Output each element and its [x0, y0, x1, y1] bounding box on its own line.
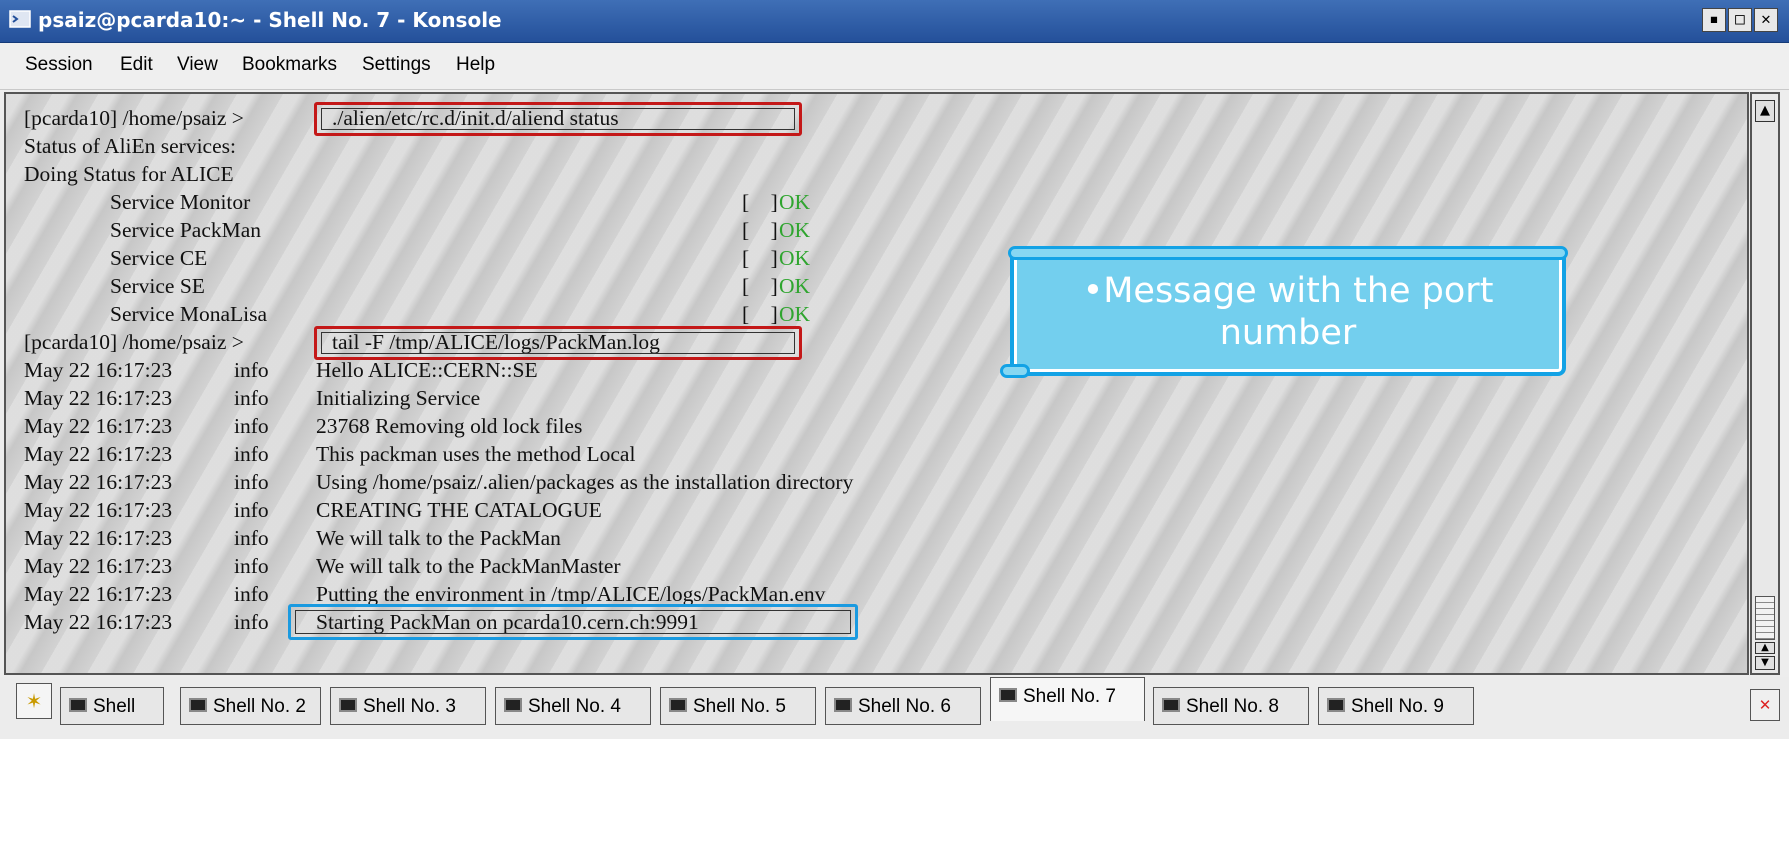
scrollbar-thumb[interactable]	[1755, 596, 1775, 640]
log-message: 23768 Removing old lock files	[316, 414, 583, 438]
terminal-icon	[189, 698, 207, 712]
log-level: info	[234, 610, 269, 634]
callout-scroll-top	[1008, 246, 1568, 260]
log-timestamp: May 22 16:17:23	[24, 610, 173, 634]
tab-shell-9[interactable]: Shell No. 9	[1318, 687, 1474, 725]
log-timestamp: May 22 16:17:23	[24, 582, 173, 606]
callout-scroll-curl	[1000, 364, 1030, 378]
tab-shell-2[interactable]: Shell No. 2	[180, 687, 321, 725]
tab-shell[interactable]: Shell	[60, 687, 164, 725]
log-level: info	[234, 554, 269, 578]
log-timestamp: May 22 16:17:23	[24, 386, 173, 410]
tab-shell-5[interactable]: Shell No. 5	[660, 687, 816, 725]
service-name: Service CE	[110, 246, 208, 270]
log-message: This packman uses the method Local	[316, 442, 636, 466]
terminal-icon	[339, 698, 357, 712]
log-message: Hello ALICE::CERN::SE	[316, 358, 538, 382]
scroll-up-arrow-icon[interactable]: ▲	[1755, 100, 1775, 122]
log-timestamp: May 22 16:17:23	[24, 526, 173, 550]
tab-shell-3[interactable]: Shell No. 3	[330, 687, 486, 725]
service-status-open: [ ]	[742, 190, 778, 214]
menu-bookmarks[interactable]: Bookmarks	[242, 54, 337, 76]
terminal-area[interactable]: [pcarda10] /home/psaiz > ./alien/etc/rc.…	[4, 92, 1749, 675]
scroll-up-small-arrow-icon[interactable]: ▲	[1755, 642, 1775, 654]
service-status-open: [ ]	[742, 218, 778, 242]
log-timestamp: May 22 16:17:23	[24, 498, 173, 522]
annotation-callout: •Message with the port number	[1000, 246, 1568, 378]
close-window-button[interactable]: ✕	[1754, 8, 1778, 32]
menu-session[interactable]: Session	[25, 54, 93, 76]
terminal-icon	[999, 688, 1017, 702]
menu-bar: Session Edit View Bookmarks Settings Hel…	[0, 43, 1789, 90]
log-timestamp: May 22 16:17:23	[24, 442, 173, 466]
log-message: CREATING THE CATALOGUE	[316, 498, 602, 522]
log-timestamp: May 22 16:17:23	[24, 470, 173, 494]
service-status-ok: OK	[779, 274, 811, 298]
new-session-icon[interactable]: ✶	[16, 683, 52, 719]
log-level: info	[234, 498, 269, 522]
session-tab-bar: ✶ Shell Shell No. 2 Shell No. 3 Shell No…	[0, 677, 1789, 739]
service-name: Service PackMan	[110, 218, 262, 242]
terminal-app-icon	[9, 10, 31, 28]
terminal-icon	[504, 698, 522, 712]
terminal-prompt: [pcarda10] /home/psaiz >	[24, 330, 250, 354]
menu-settings[interactable]: Settings	[362, 54, 431, 76]
log-level: info	[234, 358, 269, 382]
window-title: psaiz@pcarda10:~ - Shell No. 7 - Konsole	[38, 8, 502, 32]
service-status-ok: OK	[779, 218, 811, 242]
log-level: info	[234, 582, 269, 606]
port-message-highlight	[288, 604, 858, 640]
terminal-output-line: Doing Status for ALICE	[24, 162, 234, 186]
terminal-icon	[69, 698, 87, 712]
log-timestamp: May 22 16:17:23	[24, 554, 173, 578]
terminal-icon	[1327, 698, 1345, 712]
log-message: We will talk to the PackManMaster	[316, 554, 621, 578]
log-level: info	[234, 526, 269, 550]
service-name: Service MonaLisa	[110, 302, 268, 326]
terminal-output-line: Status of AliEn services:	[24, 134, 236, 158]
log-message: We will talk to the PackMan	[316, 526, 561, 550]
terminal-prompt: [pcarda10] /home/psaiz >	[24, 106, 250, 130]
konsole-window: psaiz@pcarda10:~ - Shell No. 7 - Konsole…	[0, 0, 1789, 866]
log-level: info	[234, 386, 269, 410]
terminal-scrollbar[interactable]: ▲ ▲ ▼	[1750, 92, 1780, 675]
close-session-icon[interactable]: ✕	[1750, 689, 1780, 721]
menu-help[interactable]: Help	[456, 54, 495, 76]
terminal-icon	[669, 698, 687, 712]
log-timestamp: May 22 16:17:23	[24, 414, 173, 438]
terminal-icon	[834, 698, 852, 712]
terminal-icon	[1162, 698, 1180, 712]
command-highlight	[314, 326, 802, 360]
service-name: Service Monitor	[110, 190, 251, 214]
service-status-open: [ ]	[742, 274, 778, 298]
tab-shell-6[interactable]: Shell No. 6	[825, 687, 981, 725]
scroll-down-arrow-icon[interactable]: ▼	[1755, 656, 1775, 670]
minimize-button[interactable]: ▪	[1702, 8, 1726, 32]
tab-shell-8[interactable]: Shell No. 8	[1153, 687, 1309, 725]
log-level: info	[234, 414, 269, 438]
log-level: info	[234, 442, 269, 466]
command-highlight	[314, 102, 802, 136]
callout-text: •Message with the port number	[1082, 271, 1494, 353]
service-name: Service SE	[110, 274, 205, 298]
log-message: Initializing Service	[316, 386, 481, 410]
service-status-ok: OK	[779, 190, 811, 214]
service-status-ok: OK	[779, 246, 811, 270]
log-timestamp: May 22 16:17:23	[24, 358, 173, 382]
tab-shell-7[interactable]: Shell No. 7	[990, 677, 1145, 721]
maximize-button[interactable]: □	[1728, 8, 1752, 32]
menu-view[interactable]: View	[177, 54, 218, 76]
log-level: info	[234, 470, 269, 494]
title-bar[interactable]: psaiz@pcarda10:~ - Shell No. 7 - Konsole…	[0, 0, 1789, 43]
menu-edit[interactable]: Edit	[120, 54, 153, 76]
service-status-open: [ ]	[742, 246, 778, 270]
log-message: Using /home/psaiz/.alien/packages as the…	[316, 470, 854, 494]
tab-shell-4[interactable]: Shell No. 4	[495, 687, 651, 725]
page-bottom-area	[0, 739, 1789, 866]
